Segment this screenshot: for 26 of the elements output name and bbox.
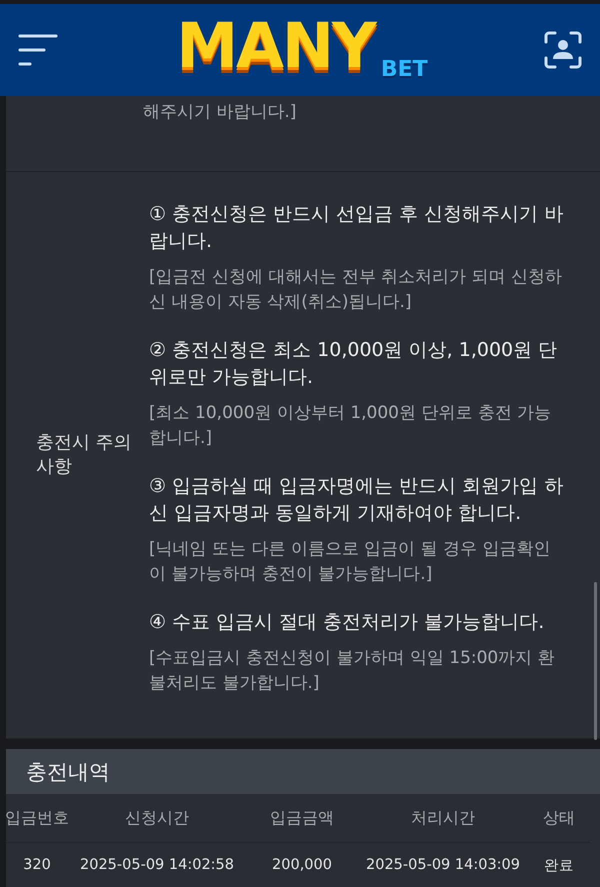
row-label: 충전시 주의사항 xyxy=(35,431,133,479)
column-header: 입금번호 xyxy=(6,794,68,843)
notice-note: 해주시기 바랍니다.] xyxy=(143,101,298,124)
notice-note: [수표입금시 충전신청이 불가하며 익일 15:00까지 환불처리도 불가합니다.] xyxy=(149,646,556,694)
card-title: 충전내역 xyxy=(6,749,600,794)
table-cell-text: 완료 xyxy=(543,856,575,876)
table-cell-text: 2025-05-09 14:02:58 xyxy=(79,856,235,875)
logo-text: MANY xyxy=(175,8,377,84)
column-header: 입금금액 xyxy=(246,794,358,843)
notice-note: [입금전 신청에 대해서는 전부 취소처리가 되며 신청하신 내용이 자동 삭제(취소)됩니다.] xyxy=(149,266,564,314)
notice-note: [최소 10,000원 이상부터 1,000원 단위로 충전 가능합니다.] xyxy=(149,402,552,450)
table-cell-text: 320 xyxy=(22,856,52,875)
column-header: 처리시간 xyxy=(358,794,528,843)
menu-icon[interactable] xyxy=(18,33,58,67)
notice-title: ③ 입금하실 때 입금자명에는 반드시 회원가입 하신 입금자명과 동일하게 기재하여야 합니다. xyxy=(149,474,564,526)
table-cell-text: 2025-05-09 14:03:09 xyxy=(365,856,521,875)
notice-title: ④ 수표 입금시 절대 충전처리가 불가능합니다. xyxy=(149,610,546,634)
column-header: 신청시간 xyxy=(68,794,246,843)
notice-title: ② 충전신청은 최소 10,000원 이상, 1,000원 단위로만 가능합니다. xyxy=(149,338,558,390)
logo-subtext: BET xyxy=(380,59,428,82)
scrollbar[interactable] xyxy=(594,582,597,740)
table-cell-text: 200,000 xyxy=(271,856,333,875)
column-header: 상태 xyxy=(528,794,590,843)
user-scan-icon[interactable] xyxy=(544,31,582,69)
notice-title: ① 충전신청은 반드시 선입금 후 신청해주시기 바랍니다. xyxy=(149,202,564,254)
notice-note: [닉네임 또는 다른 이름으로 입금이 될 경우 입금확인이 불가능하며 충전이 불가능합니다.] xyxy=(149,538,552,586)
